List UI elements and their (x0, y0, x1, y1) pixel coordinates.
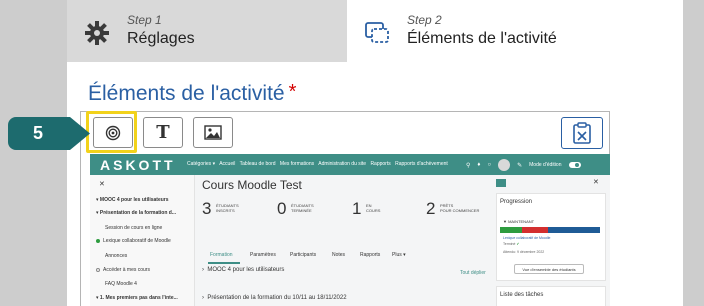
course-title: Cours Moodle Test (202, 178, 302, 192)
close-icon[interactable]: ✕ (593, 178, 599, 186)
close-icon[interactable]: ✕ (99, 180, 105, 188)
progress-item-link[interactable]: Lexique collaboratif de Moodle (503, 236, 550, 240)
progress-title: Progression (500, 199, 533, 205)
clipboard-icon (573, 122, 591, 144)
step-1-title: Réglages (127, 30, 195, 47)
activity-elements-icon (365, 22, 389, 43)
progress-bar (500, 227, 600, 233)
progress-status: Terminé ✔ (503, 242, 520, 246)
required-marker: * (288, 81, 297, 103)
course-tabs: Formation Paramètres Participants Notes … (202, 248, 487, 264)
tab-notes[interactable]: Notes (332, 252, 345, 258)
callout-number: 5 (32, 123, 43, 143)
avatar[interactable] (498, 159, 511, 171)
progress-block: Progression ▼ MAINTENANT Lexique collabo… (496, 193, 606, 281)
nav-item[interactable]: Accueil (219, 161, 235, 167)
step-1-number: Step 1 (127, 13, 162, 27)
pencil-icon: ✎ (517, 162, 523, 169)
askott-logo: ASKOTT (100, 157, 176, 173)
course-section[interactable]: › Présentation de la formation du 10/11 … (202, 295, 347, 301)
course-index-item[interactable]: Accéder à mes cours (96, 267, 150, 273)
nav-item[interactable]: Mes formations (280, 161, 314, 167)
students-overview-button[interactable]: Vue d'ensemble des étudiants (514, 264, 584, 274)
active-tab-indicator (208, 262, 240, 264)
block-drawer-header: ✕ (493, 179, 606, 193)
course-index: ✕ ▾ MOOC 4 pour les utilisateurs ▾ Prése… (90, 175, 195, 306)
step-2-title: Éléments de l'activité (407, 30, 557, 47)
tasks-title: Liste des tâches (500, 292, 544, 298)
text-icon: T (156, 122, 170, 143)
navbar-right: ⚲ ♦ ○ ✎ Mode d'édition (466, 158, 581, 172)
gear-icon (85, 21, 109, 45)
image-icon (204, 125, 222, 140)
moodle-nav-links: Catégories ▾ Accueil Tableau de bord Mes… (187, 161, 451, 167)
section-heading-text: Éléments de l'activité (88, 82, 285, 105)
course-index-item[interactable]: Lexique collaboratif de Moodle (96, 238, 171, 244)
tab-participants[interactable]: Participants (290, 252, 316, 258)
nav-item[interactable]: Administration du site (318, 161, 366, 167)
nav-item[interactable]: Rapports d'achèvement (395, 161, 448, 167)
incomplete-icon (96, 267, 100, 272)
blocks-icon[interactable] (496, 179, 506, 187)
embedded-screenshot: ASKOTT Catégories ▾ Accueil Tableau de b… (90, 154, 610, 306)
text-button[interactable]: T (143, 117, 183, 148)
tab-rapports[interactable]: Rapports (360, 252, 380, 258)
tab-parametres[interactable]: Paramètres (250, 252, 276, 258)
highlight-box (86, 111, 137, 153)
check-icon: ✔ (516, 242, 520, 246)
course-index-item[interactable]: ▾ Présentation de la formation d... (96, 210, 176, 216)
progress-now: ▼ MAINTENANT (503, 219, 535, 224)
tab-plus[interactable]: Plus ▾ (392, 252, 406, 258)
nav-item[interactable]: Catégories ▾ (187, 161, 215, 167)
course-index-item[interactable]: Session de cours en ligne (105, 225, 162, 231)
course-main: Cours Moodle Test 3 ÉTUDIANTS INSCRITS 0 … (202, 175, 487, 306)
completed-icon (96, 238, 100, 243)
course-index-item[interactable]: Annonces (105, 253, 127, 259)
moodle-navbar: ASKOTT Catégories ▾ Accueil Tableau de b… (90, 154, 610, 175)
expand-all-link[interactable]: Tout déplier (460, 270, 486, 276)
chat-icon[interactable]: ○ (487, 162, 491, 168)
tasks-block: Liste des tâches (496, 286, 606, 306)
clipboard-button[interactable] (561, 117, 603, 149)
section-heading: Éléments de l'activité * (88, 81, 296, 106)
course-index-item[interactable]: ▾ 1. Mes premiers pas dans l'inte... (96, 295, 178, 301)
nav-item[interactable]: Rapports (370, 161, 390, 167)
bell-icon[interactable]: ♦ (477, 162, 480, 168)
edit-mode-toggle[interactable] (568, 162, 581, 168)
search-icon[interactable]: ⚲ (466, 162, 470, 169)
progress-date: Attendu: 9 décembre 2022 (503, 250, 545, 254)
course-section[interactable]: › MOOC 4 pour les utilisateurs (202, 267, 284, 273)
block-drawer: ✕ Progression ▼ MAINTENANT Lexique colla… (493, 175, 610, 306)
course-index-item[interactable]: ▾ MOOC 4 pour les utilisateurs (96, 197, 169, 203)
edit-mode-label: Mode d'édition (529, 162, 562, 168)
tab-formation[interactable]: Formation (210, 252, 233, 258)
nav-item[interactable]: Tableau de bord (240, 161, 276, 167)
course-index-item[interactable]: FAQ Moodle 4 (105, 281, 137, 287)
step-1-tab[interactable]: Step 1 Réglages (67, 0, 347, 62)
image-button[interactable] (193, 117, 233, 148)
step-2-number: Step 2 (407, 13, 442, 27)
step-2-tab[interactable]: Step 2 Éléments de l'activité (347, 0, 683, 62)
